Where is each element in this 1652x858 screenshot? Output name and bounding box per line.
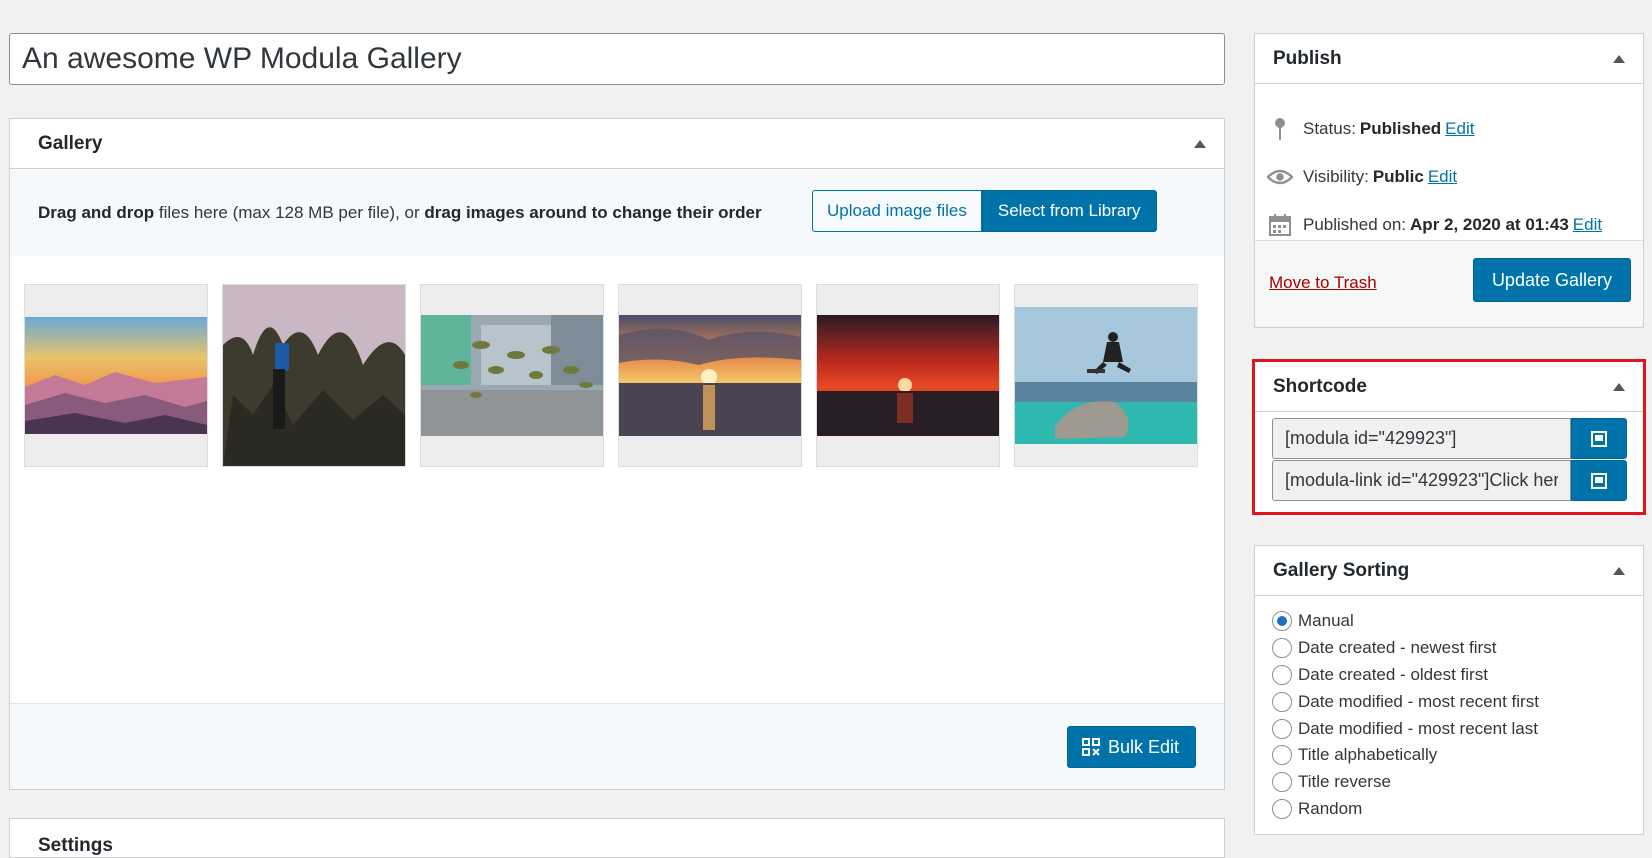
sea-sunset-image — [619, 315, 801, 436]
edit-status-link[interactable]: Edit — [1445, 119, 1474, 139]
sort-option-title-reverse[interactable]: Title reverse — [1272, 769, 1539, 796]
visibility-row: Visibility: Public Edit — [1267, 164, 1457, 190]
visibility-label: Visibility: — [1303, 167, 1369, 186]
settings-title: Settings — [38, 835, 113, 856]
red-sunset-image — [817, 315, 999, 436]
upload-hint-bold-2: drag images around to change their order — [424, 203, 762, 222]
gallery-metabox: Gallery Drag and drop files here (max 12… — [9, 118, 1225, 790]
bulk-edit-button[interactable]: Bulk Edit — [1066, 726, 1196, 768]
shortcode-header: Shortcode — [1255, 362, 1643, 412]
move-to-trash-link[interactable]: Move to Trash — [1269, 273, 1377, 293]
upload-image-files-button[interactable]: Upload image files — [812, 190, 982, 232]
gallery-image[interactable] — [222, 284, 406, 467]
copy-icon — [1591, 430, 1607, 447]
radio-button[interactable] — [1272, 638, 1292, 659]
copy-shortcode-button[interactable] — [1571, 418, 1627, 459]
phone-in-bushes-image — [223, 285, 405, 466]
eye-icon — [1267, 164, 1293, 190]
birds-image — [421, 315, 603, 436]
publish-metabox: Publish Status: Published Edit Visibilit… — [1254, 33, 1644, 328]
sort-option-label: Date created - oldest first — [1298, 664, 1488, 684]
edit-date-link[interactable]: Edit — [1573, 215, 1602, 235]
sort-option-manual[interactable]: Manual — [1272, 608, 1539, 635]
publish-header: Publish — [1255, 34, 1643, 84]
upload-hint-bold-1: Drag and drop — [38, 203, 155, 222]
status-row: Status: Published Edit — [1267, 116, 1474, 142]
radio-button[interactable] — [1272, 718, 1292, 739]
gallery-image[interactable] — [618, 284, 802, 467]
publish-title: Publish — [1273, 47, 1342, 69]
sort-option-date-created-oldest[interactable]: Date created - oldest first — [1272, 662, 1539, 689]
gallery-sorting-metabox: Gallery Sorting Manual Date created - ne… — [1254, 545, 1644, 835]
radio-button[interactable] — [1272, 798, 1292, 819]
settings-metabox: Settings — [9, 818, 1225, 858]
sort-option-date-modified-recent-last[interactable]: Date modified - most recent last — [1272, 715, 1539, 742]
radio-button[interactable] — [1272, 745, 1292, 766]
bulk-edit-label: Bulk Edit — [1107, 736, 1179, 757]
sort-option-date-created-newest[interactable]: Date created - newest first — [1272, 635, 1539, 662]
sort-option-label: Date created - newest first — [1298, 638, 1497, 658]
calendar-icon — [1267, 212, 1293, 238]
shortcode-metabox: Shortcode — [1252, 359, 1646, 515]
radio-button[interactable] — [1272, 772, 1292, 793]
skater-jump-image — [1015, 307, 1197, 444]
sort-option-label: Random — [1298, 798, 1363, 818]
sort-option-label: Date modified - most recent last — [1298, 718, 1538, 738]
sort-option-label: Title reverse — [1298, 772, 1391, 792]
grid-edit-icon — [1081, 738, 1100, 756]
published-on-row: Published on: Apr 2, 2020 at 01:43 Edit — [1267, 212, 1602, 238]
upload-button-group: Upload image files Select from Library — [812, 190, 1157, 232]
copy-icon — [1591, 472, 1607, 489]
copy-shortcode-link-button[interactable] — [1571, 460, 1627, 501]
update-gallery-button[interactable]: Update Gallery — [1472, 258, 1631, 302]
sorting-toggle-arrow-icon[interactable] — [1613, 566, 1625, 575]
sort-option-random[interactable]: Random — [1272, 796, 1539, 823]
radio-button[interactable] — [1272, 691, 1292, 712]
sort-option-date-modified-recent-first[interactable]: Date modified - most recent first — [1272, 688, 1539, 715]
edit-visibility-link[interactable]: Edit — [1428, 167, 1457, 187]
pin-icon — [1267, 116, 1293, 142]
gallery-image[interactable] — [1014, 284, 1198, 467]
sorting-header: Gallery Sorting — [1255, 546, 1643, 596]
shortcode-title: Shortcode — [1273, 375, 1367, 397]
shortcode-link-row — [1272, 460, 1627, 501]
published-on-value: Apr 2, 2020 at 01:43 — [1410, 215, 1569, 234]
status-value: Published — [1359, 119, 1442, 138]
gallery-footer: Bulk Edit — [10, 703, 1224, 789]
shortcode-input[interactable] — [1272, 418, 1571, 459]
published-on-label: Published on: — [1303, 215, 1407, 234]
radio-button[interactable] — [1272, 664, 1292, 685]
post-title-input[interactable] — [9, 33, 1225, 85]
shortcode-toggle-arrow-icon[interactable] — [1613, 382, 1625, 391]
shortcode-row — [1272, 418, 1627, 459]
sorting-options: Manual Date created - newest first Date … — [1272, 608, 1539, 822]
status-label: Status: — [1303, 119, 1356, 138]
upload-bar: Drag and drop files here (max 128 MB per… — [10, 170, 1224, 256]
gallery-image[interactable] — [24, 284, 208, 467]
visibility-value: Public — [1372, 167, 1424, 186]
upload-hint-text: files here (max 128 MB per file), or — [154, 203, 425, 222]
mountain-sunset-image — [25, 317, 207, 434]
gallery-image[interactable] — [816, 284, 1000, 467]
select-from-library-button[interactable]: Select from Library — [981, 190, 1157, 232]
publish-toggle-arrow-icon[interactable] — [1613, 54, 1625, 63]
gallery-metabox-header: Gallery — [10, 119, 1224, 169]
sorting-title: Gallery Sorting — [1273, 559, 1410, 581]
gallery-image[interactable] — [420, 284, 604, 467]
gallery-toggle-arrow-icon[interactable] — [1194, 139, 1206, 148]
publish-actions: Move to Trash Update Gallery — [1255, 240, 1643, 327]
sort-option-label: Title alphabetically — [1298, 745, 1438, 765]
sort-option-title-alphabetical[interactable]: Title alphabetically — [1272, 742, 1539, 769]
shortcode-link-input[interactable] — [1272, 460, 1571, 501]
sort-option-label: Date modified - most recent first — [1298, 691, 1539, 711]
sort-option-label: Manual — [1298, 611, 1354, 631]
upload-hint: Drag and drop files here (max 128 MB per… — [38, 203, 762, 223]
gallery-title: Gallery — [38, 132, 103, 154]
gallery-thumbnails — [24, 284, 1212, 467]
radio-button[interactable] — [1272, 611, 1292, 632]
